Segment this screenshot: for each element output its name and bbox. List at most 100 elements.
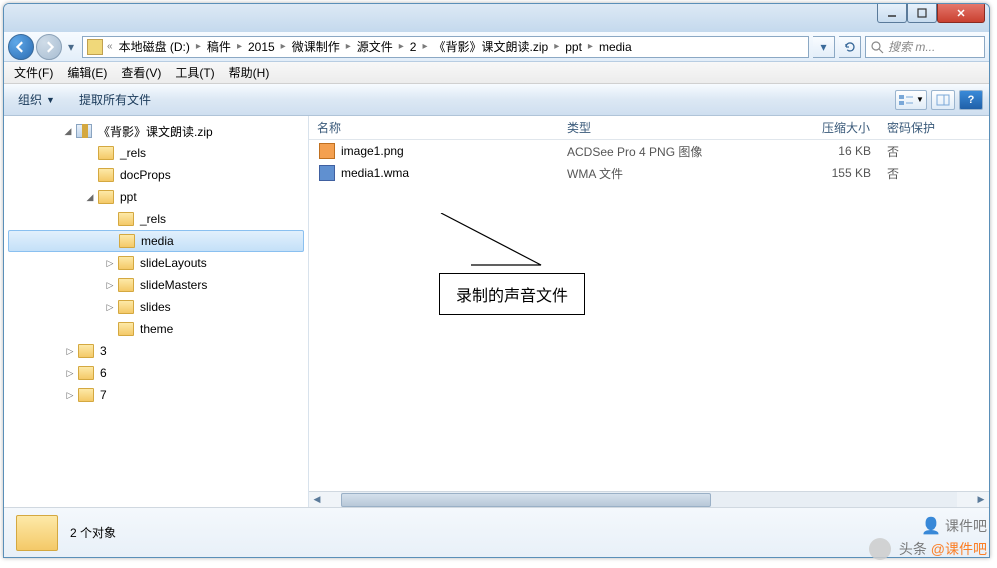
- tree-label: media: [141, 234, 174, 248]
- folder-icon: [98, 190, 114, 204]
- maximize-button[interactable]: [907, 3, 937, 23]
- col-size[interactable]: 压缩大小: [759, 119, 879, 136]
- menubar: 文件(F) 编辑(E) 查看(V) 工具(T) 帮助(H): [4, 62, 989, 84]
- tree-toggle-icon[interactable]: ◢: [84, 191, 96, 203]
- breadcrumb-seg[interactable]: 本地磁盘 (D:): [117, 38, 192, 55]
- tree-toggle-icon[interactable]: ▷: [64, 389, 76, 401]
- tree-label: slideLayouts: [140, 256, 207, 270]
- refresh-button[interactable]: [839, 36, 861, 58]
- search-icon: [870, 40, 884, 54]
- search-input[interactable]: 搜索 m...: [865, 36, 985, 58]
- scroll-right-button[interactable]: ▶: [973, 492, 989, 508]
- tree-toggle-icon[interactable]: [104, 323, 116, 335]
- tree-item-root[interactable]: ◢ 《背影》课文朗读.zip: [4, 120, 308, 142]
- folder-icon: [98, 146, 114, 160]
- tree-toggle-icon[interactable]: ▷: [64, 367, 76, 379]
- tree-item[interactable]: ▷ slideLayouts: [4, 252, 308, 274]
- tree-item[interactable]: ▷ slides: [4, 296, 308, 318]
- zip-icon: [76, 124, 92, 138]
- breadcrumb-seg[interactable]: 源文件: [355, 38, 395, 55]
- extract-all-button[interactable]: 提取所有文件: [71, 87, 159, 112]
- breadcrumb-seg[interactable]: 《背影》课文朗读.zip: [432, 38, 551, 55]
- tree-toggle-icon[interactable]: [84, 169, 96, 181]
- col-name[interactable]: 名称: [309, 119, 559, 136]
- back-button[interactable]: [8, 34, 34, 60]
- tree-item[interactable]: docProps: [4, 164, 308, 186]
- file-protection: 否: [879, 143, 989, 160]
- horizontal-scrollbar[interactable]: ◀ ▶: [309, 491, 989, 507]
- forward-button[interactable]: [36, 34, 62, 60]
- breadcrumb-seg[interactable]: 2: [408, 40, 419, 54]
- tree-item[interactable]: _rels: [4, 208, 308, 230]
- menu-help[interactable]: 帮助(H): [223, 62, 276, 83]
- folder-icon: [78, 366, 94, 380]
- tree-pane[interactable]: ◢ 《背影》课文朗读.zip _relsdocProps◢ppt_relsmed…: [4, 116, 309, 507]
- list-row[interactable]: image1.pngACDSee Pro 4 PNG 图像16 KB否: [309, 140, 989, 162]
- list-body[interactable]: image1.pngACDSee Pro 4 PNG 图像16 KB否 media…: [309, 140, 989, 491]
- tree-toggle-icon[interactable]: ▷: [104, 257, 116, 269]
- menu-tools[interactable]: 工具(T): [169, 62, 220, 83]
- history-dropdown[interactable]: ▾: [64, 37, 78, 57]
- file-size: 155 KB: [759, 166, 879, 180]
- folder-icon: [118, 278, 134, 292]
- minimize-button[interactable]: [877, 3, 907, 23]
- folder-icon: [78, 388, 94, 402]
- organize-button[interactable]: 组织 ▼: [10, 87, 63, 112]
- preview-pane-button[interactable]: [931, 90, 955, 110]
- file-type: ACDSee Pro 4 PNG 图像: [559, 143, 759, 160]
- scroll-left-button[interactable]: ◀: [309, 492, 325, 508]
- watermark-top: 课件吧: [945, 516, 987, 536]
- tree-toggle-icon[interactable]: ▷: [104, 301, 116, 313]
- tree-item[interactable]: ▷6: [4, 362, 308, 384]
- folder-icon: [118, 256, 134, 270]
- tree-toggle-icon[interactable]: ▷: [104, 279, 116, 291]
- breadcrumb-seg[interactable]: 微课制作: [290, 38, 342, 55]
- col-protection[interactable]: 密码保护: [879, 119, 989, 136]
- col-type[interactable]: 类型: [559, 119, 759, 136]
- file-name: media1.wma: [341, 166, 409, 180]
- avatar-icon: [869, 538, 891, 560]
- tree-item[interactable]: media: [8, 230, 304, 252]
- content-area: ◢ 《背影》课文朗读.zip _relsdocProps◢ppt_relsmed…: [4, 116, 989, 507]
- folder-icon: [118, 322, 134, 336]
- tree-toggle-icon[interactable]: [104, 213, 116, 225]
- close-button[interactable]: [937, 3, 985, 23]
- tree-item[interactable]: ▷7: [4, 384, 308, 406]
- collapse-icon[interactable]: ◢: [62, 125, 74, 137]
- breadcrumb-seg[interactable]: 2015: [246, 40, 277, 54]
- tree-toggle-icon[interactable]: [84, 147, 96, 159]
- breadcrumb-seg[interactable]: media: [597, 40, 634, 54]
- watermark-handle: @课件吧: [931, 541, 987, 557]
- address-bar[interactable]: « 本地磁盘 (D:)▸ 稿件▸ 2015▸ 微课制作▸ 源文件▸ 2▸ 《背影…: [82, 36, 809, 58]
- tree-item[interactable]: _rels: [4, 142, 308, 164]
- tree-item[interactable]: ▷slideMasters: [4, 274, 308, 296]
- folder-icon: [119, 234, 135, 248]
- tree-label: slides: [140, 300, 171, 314]
- tree-label: _rels: [120, 146, 146, 160]
- file-type: WMA 文件: [559, 165, 759, 182]
- tree-label: 6: [100, 366, 107, 380]
- menu-file[interactable]: 文件(F): [8, 62, 59, 83]
- tree-item[interactable]: theme: [4, 318, 308, 340]
- tree-label: theme: [140, 322, 173, 336]
- scroll-thumb[interactable]: [341, 493, 711, 507]
- menu-edit[interactable]: 编辑(E): [61, 62, 113, 83]
- help-button[interactable]: ?: [959, 90, 983, 110]
- breadcrumb-seg[interactable]: 稿件: [205, 38, 233, 55]
- tree-toggle-icon[interactable]: [105, 235, 117, 247]
- png-file-icon: [319, 143, 335, 159]
- folder-icon: [78, 344, 94, 358]
- address-dropdown[interactable]: ▾: [813, 36, 835, 58]
- breadcrumb-seg[interactable]: ppt: [563, 40, 584, 54]
- tree-item[interactable]: ◢ppt: [4, 186, 308, 208]
- list-header: 名称 类型 压缩大小 密码保护: [309, 116, 989, 140]
- list-pane: 名称 类型 压缩大小 密码保护 image1.pngACDSee Pro 4 P…: [309, 116, 989, 507]
- view-mode-button[interactable]: ▼: [895, 90, 927, 110]
- folder-icon: [98, 168, 114, 182]
- tree-toggle-icon[interactable]: ▷: [64, 345, 76, 357]
- menu-view[interactable]: 查看(V): [115, 62, 167, 83]
- tree-label: 《背影》课文朗读.zip: [98, 123, 213, 140]
- tree-item[interactable]: ▷3: [4, 340, 308, 362]
- list-row[interactable]: media1.wmaWMA 文件155 KB否: [309, 162, 989, 184]
- watermark-left: 头条: [899, 541, 927, 557]
